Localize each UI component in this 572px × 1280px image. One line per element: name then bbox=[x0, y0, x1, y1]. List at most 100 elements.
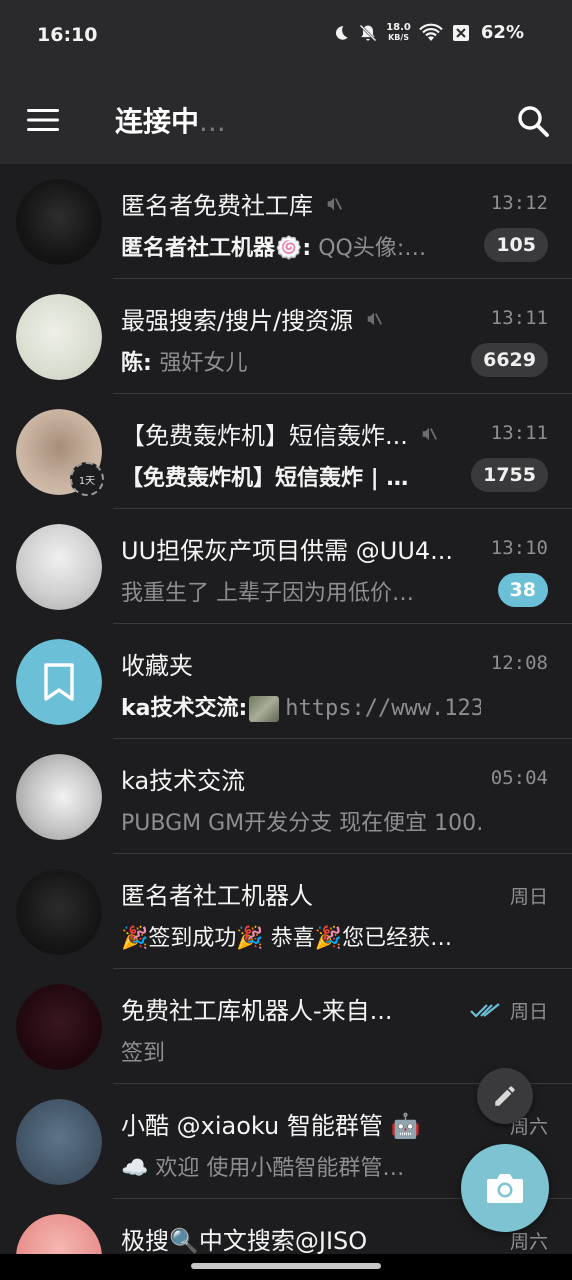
unread-badge: 1755 bbox=[471, 458, 548, 492]
chat-name: 免费社工库机器人-来自... bbox=[121, 991, 393, 1026]
camera-icon bbox=[487, 1174, 523, 1203]
chat-row[interactable]: 最强搜索/搜片/搜资源 13:11 陈: 强奸女儿 6629 bbox=[0, 279, 572, 394]
chat-time: 12:08 bbox=[491, 652, 548, 674]
preview-message: ☁️ 欢迎 使用小酷智能群管… bbox=[121, 1156, 405, 1181]
camera-button[interactable] bbox=[461, 1144, 549, 1232]
chat-preview: 我重生了 上辈子因为用低价… bbox=[121, 575, 414, 607]
chat-time-text: 周日 bbox=[509, 1001, 548, 1023]
chat-preview: ☁️ 欢迎 使用小酷智能群管… bbox=[121, 1150, 404, 1182]
unread-badge: 105 bbox=[484, 228, 548, 262]
moon-icon bbox=[336, 25, 348, 40]
chat-time-text: 12:08 bbox=[490, 652, 548, 674]
chat-time-text: 周日 bbox=[509, 886, 548, 908]
preview-colon: : bbox=[143, 351, 160, 376]
chat-time-text: 13:12 bbox=[490, 192, 548, 214]
preview-message: PUBGM GM开发分支 现在便宜 100… bbox=[121, 811, 481, 836]
avatar bbox=[16, 179, 102, 265]
avatar bbox=[16, 1214, 102, 1254]
avatar bbox=[16, 754, 102, 840]
preview-message: 🎉签到成功🎉 恭喜🎉您已经获… bbox=[121, 926, 453, 951]
chat-preview: PUBGM GM开发分支 现在便宜 100… bbox=[121, 805, 481, 837]
preview-sender: 匿名者社工机器 bbox=[121, 236, 276, 261]
chat-preview: 匿名者社工机器🍥: QQ头像:… bbox=[121, 230, 426, 262]
chat-name-text: 【免费轰炸机】短信轰炸... bbox=[121, 422, 408, 450]
system-nav-bar bbox=[0, 1254, 572, 1280]
chat-name: 收藏夹 bbox=[121, 646, 193, 681]
no-sim-icon bbox=[452, 24, 469, 41]
chat-preview: ka技术交流: https://www.12391… bbox=[121, 690, 481, 722]
net-speed-value: 18.0 bbox=[386, 21, 411, 33]
chat-name-text: UU担保灰产项目供需 @UU4... bbox=[121, 537, 454, 565]
chat-time: 05:04 bbox=[491, 767, 548, 789]
chat-name: ka技术交流 bbox=[121, 761, 245, 796]
net-speed-unit: KB/S bbox=[388, 32, 410, 42]
preview-message: 签到 bbox=[121, 1041, 166, 1066]
network-speed: 18.0 KB/S bbox=[386, 21, 411, 43]
status-bar: 16:10 18.0 KB/S 62% bbox=[0, 0, 572, 72]
pencil-icon bbox=[495, 1086, 515, 1106]
chat-name: UU担保灰产项目供需 @UU4... bbox=[121, 531, 453, 566]
chat-name-text: 匿名者免费社工库 bbox=[121, 192, 313, 220]
chat-name-text: 免费社工库机器人-来自... bbox=[121, 997, 393, 1025]
chat-time-text: 05:04 bbox=[490, 767, 548, 789]
chat-preview: 【免费轰炸机】短信轰炸 | … bbox=[121, 460, 408, 492]
chat-name: 小酷 @xiaoku 智能群管 🤖 bbox=[121, 1106, 420, 1141]
preview-sender: ka技术交流 bbox=[121, 696, 239, 721]
chat-name: 【免费轰炸机】短信轰炸... bbox=[121, 416, 438, 451]
chat-time-text: 13:11 bbox=[490, 307, 548, 329]
avatar bbox=[16, 1099, 102, 1185]
avatar bbox=[16, 524, 102, 610]
app-bar: 连接中... bbox=[0, 72, 572, 164]
chat-row[interactable]: ka技术交流 05:04 PUBGM GM开发分支 现在便宜 100… bbox=[0, 739, 572, 854]
chat-time: 13:11 bbox=[491, 307, 548, 329]
status-icons: 18.0 KB/S 62% bbox=[332, 22, 524, 43]
saved-messages-avatar bbox=[16, 639, 102, 725]
wifi-icon bbox=[419, 23, 443, 41]
avatar bbox=[16, 869, 102, 955]
compose-button[interactable] bbox=[477, 1068, 533, 1124]
chat-row-saved-messages[interactable]: 收藏夹 12:08 ka技术交流: https://www.12391… bbox=[0, 624, 572, 739]
chat-name: 匿名者社工机器人 bbox=[121, 876, 313, 911]
home-indicator[interactable] bbox=[191, 1263, 381, 1269]
preview-colon: : bbox=[238, 696, 248, 721]
mute-icon bbox=[327, 197, 343, 210]
bell-off-icon bbox=[359, 24, 377, 41]
preview-message: QQ头像:… bbox=[318, 236, 427, 261]
search-icon[interactable] bbox=[516, 104, 550, 138]
preview-message: 强奸女儿 bbox=[159, 351, 248, 376]
chat-row[interactable]: 1天 【免费轰炸机】短信轰炸... 13:11 【免费轰炸机】短信轰炸 | … … bbox=[0, 394, 572, 509]
title-dots: ... bbox=[199, 105, 226, 138]
chat-time-text: 13:10 bbox=[490, 537, 548, 559]
image-thumbnail bbox=[249, 696, 280, 722]
bookmark-icon bbox=[44, 663, 74, 701]
chat-name: 匿名者免费社工库 bbox=[121, 186, 343, 221]
battery-level: 62% bbox=[480, 22, 524, 43]
preview-message: https://www.12391… bbox=[285, 696, 481, 721]
chat-row[interactable]: 匿名者社工机器人 周日 🎉签到成功🎉 恭喜🎉您已经获… bbox=[0, 854, 572, 969]
chat-name-text: 小酷 @xiaoku 智能群管 🤖 bbox=[121, 1112, 421, 1140]
chat-name-text: 收藏夹 bbox=[121, 652, 193, 680]
preview-sender: 陈 bbox=[121, 351, 144, 376]
chat-time: 周日 bbox=[510, 882, 548, 909]
chat-name-text: 匿名者社工机器人 bbox=[121, 882, 313, 910]
unread-badge: 6629 bbox=[471, 343, 548, 377]
chat-time: 13:10 bbox=[491, 537, 548, 559]
chat-row[interactable]: 匿名者免费社工库 13:12 匿名者社工机器🍥: QQ头像:… 105 bbox=[0, 164, 572, 279]
chat-time: 13:12 bbox=[491, 192, 548, 214]
chat-time: 周日 bbox=[470, 997, 548, 1024]
chat-preview: 陈: 强奸女儿 bbox=[121, 345, 248, 377]
hamburger-menu-icon[interactable] bbox=[27, 108, 59, 132]
chat-preview: 🎉签到成功🎉 恭喜🎉您已经获… bbox=[121, 920, 452, 952]
page-title: 连接中... bbox=[115, 100, 226, 140]
story-indicator[interactable]: 1天 bbox=[70, 462, 104, 496]
double-check-icon bbox=[470, 1002, 500, 1018]
chat-row[interactable]: UU担保灰产项目供需 @UU4... 13:10 我重生了 上辈子因为用低价… … bbox=[0, 509, 572, 624]
avatar bbox=[16, 294, 102, 380]
preview-colon: : bbox=[302, 236, 312, 261]
chat-row[interactable]: 免费社工库机器人-来自... 周日 签到 bbox=[0, 969, 572, 1084]
preview-sender-emoji: 🍥 bbox=[275, 236, 303, 261]
chat-preview: 签到 bbox=[121, 1035, 165, 1067]
unread-badge: 38 bbox=[497, 573, 548, 607]
avatar bbox=[16, 984, 102, 1070]
preview-message: 我重生了 上辈子因为用低价… bbox=[121, 581, 414, 606]
